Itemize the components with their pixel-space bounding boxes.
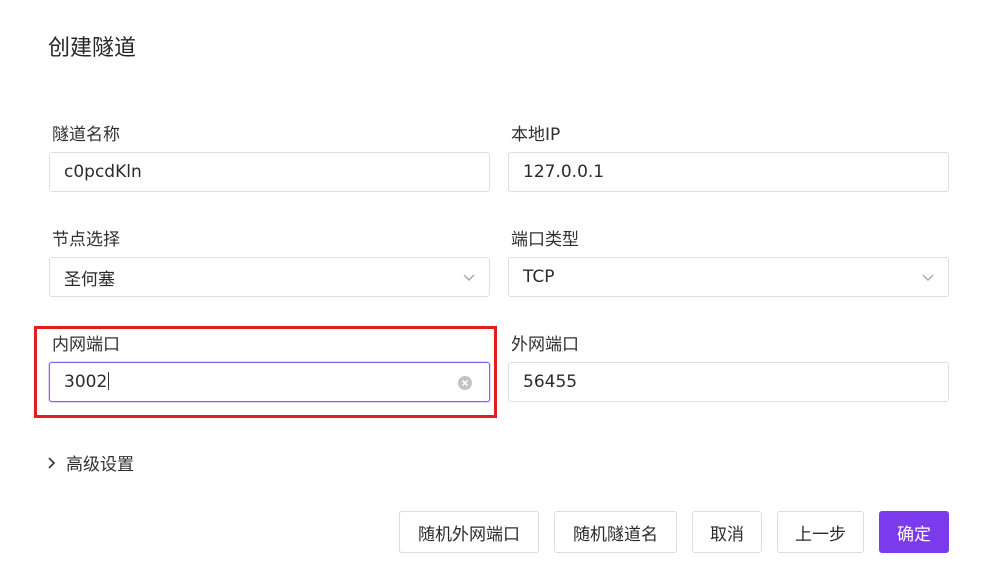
external-port-value: 56455 bbox=[523, 372, 578, 392]
tunnel-name-label: 隧道名称 bbox=[52, 125, 120, 145]
text-caret bbox=[108, 372, 110, 390]
node-select-label: 节点选择 bbox=[52, 230, 120, 250]
internal-port-label: 内网端口 bbox=[52, 335, 120, 355]
local-ip-input[interactable]: 127.0.0.1 bbox=[508, 152, 949, 192]
tunnel-name-input[interactable]: c0pcdKln bbox=[49, 152, 490, 192]
random-external-port-button[interactable]: 随机外网端口 bbox=[399, 511, 539, 553]
node-select-value: 圣何塞 bbox=[64, 269, 115, 290]
internal-port-value: 3002 bbox=[64, 372, 110, 392]
local-ip-value: 127.0.0.1 bbox=[523, 162, 605, 182]
port-type-label: 端口类型 bbox=[511, 230, 579, 250]
chevron-right-icon bbox=[48, 456, 56, 469]
chevron-down-icon bbox=[463, 274, 475, 281]
internal-port-input[interactable]: 3002 bbox=[49, 362, 490, 402]
previous-step-button[interactable]: 上一步 bbox=[777, 511, 864, 553]
advanced-settings-toggle[interactable]: 高级设置 bbox=[46, 450, 134, 475]
confirm-button[interactable]: 确定 bbox=[879, 511, 949, 553]
random-tunnel-name-button[interactable]: 随机隧道名 bbox=[554, 511, 677, 553]
external-port-label: 外网端口 bbox=[511, 335, 579, 355]
external-port-input[interactable]: 56455 bbox=[508, 362, 949, 402]
node-select[interactable]: 圣何塞 bbox=[49, 257, 490, 297]
port-type-select[interactable]: TCP bbox=[508, 257, 949, 297]
dialog-title: 创建隧道 bbox=[48, 36, 137, 61]
port-type-value: TCP bbox=[523, 267, 555, 287]
advanced-settings-label: 高级设置 bbox=[66, 455, 134, 475]
cancel-button[interactable]: 取消 bbox=[692, 511, 762, 553]
clear-icon[interactable] bbox=[457, 375, 473, 391]
create-tunnel-dialog: 创建隧道 隧道名称 c0pcdKln 本地IP 127.0.0.1 节点选择 圣… bbox=[0, 0, 998, 582]
tunnel-name-value: c0pcdKln bbox=[64, 162, 142, 182]
chevron-down-icon bbox=[922, 274, 934, 281]
local-ip-label: 本地IP bbox=[511, 125, 561, 145]
